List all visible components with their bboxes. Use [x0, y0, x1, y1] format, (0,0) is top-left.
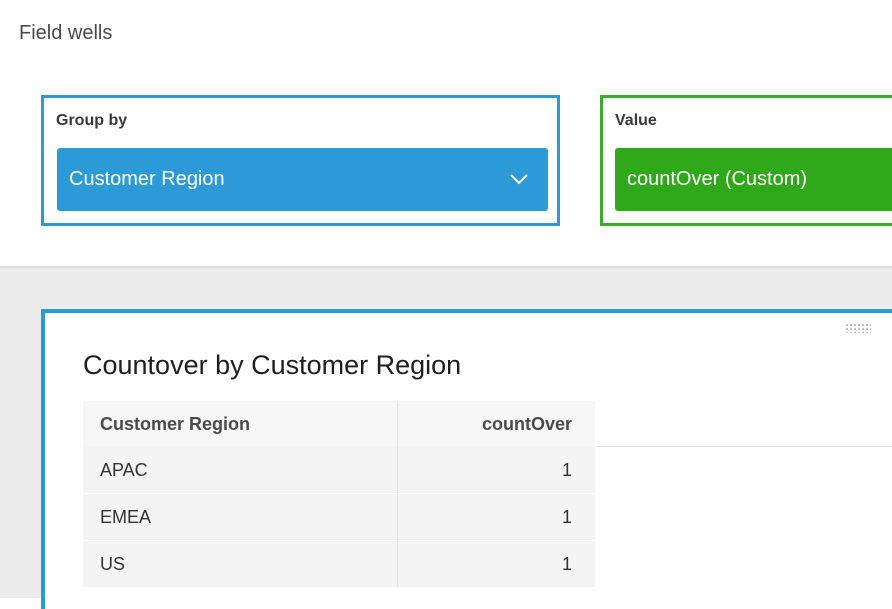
table-row[interactable]: US 1: [83, 541, 892, 587]
chevron-down-icon[interactable]: [508, 168, 530, 190]
column-header-countover[interactable]: countOver: [397, 401, 595, 447]
group-by-field-button[interactable]: Customer Region: [57, 148, 548, 211]
field-wells-title: Field wells: [19, 22, 113, 44]
value-label: Value: [615, 112, 657, 129]
column-header-customer-region[interactable]: Customer Region: [83, 401, 397, 447]
table-row[interactable]: EMEA 1: [83, 494, 892, 540]
value-field-button[interactable]: countOver (Custom): [615, 148, 892, 211]
table-header-row: Customer Region countOver: [83, 401, 892, 447]
visual-title: Countover by Customer Region: [83, 350, 462, 380]
drag-handle-icon[interactable]: [845, 323, 871, 333]
table-cell-count: 1: [397, 447, 595, 493]
value-well: Value countOver (Custom): [600, 95, 892, 226]
table-cell-count: 1: [397, 541, 595, 587]
value-field-label: countOver (Custom): [627, 168, 808, 190]
field-wells-panel: Field wells Group by Customer Region Val…: [0, 0, 892, 266]
group-by-label: Group by: [56, 112, 128, 129]
table-visual[interactable]: Countover by Customer Region Customer Re…: [41, 309, 892, 609]
table-cell-count: 1: [397, 494, 595, 540]
table-cell-region: US: [83, 541, 397, 587]
table-cell-region: APAC: [83, 447, 397, 493]
visual-canvas: Countover by Customer Region Customer Re…: [0, 268, 892, 609]
group-by-field-label: Customer Region: [69, 168, 225, 190]
table-row[interactable]: APAC 1: [83, 447, 892, 493]
group-by-well: Group by Customer Region: [41, 95, 560, 226]
table-cell-region: EMEA: [83, 494, 397, 540]
